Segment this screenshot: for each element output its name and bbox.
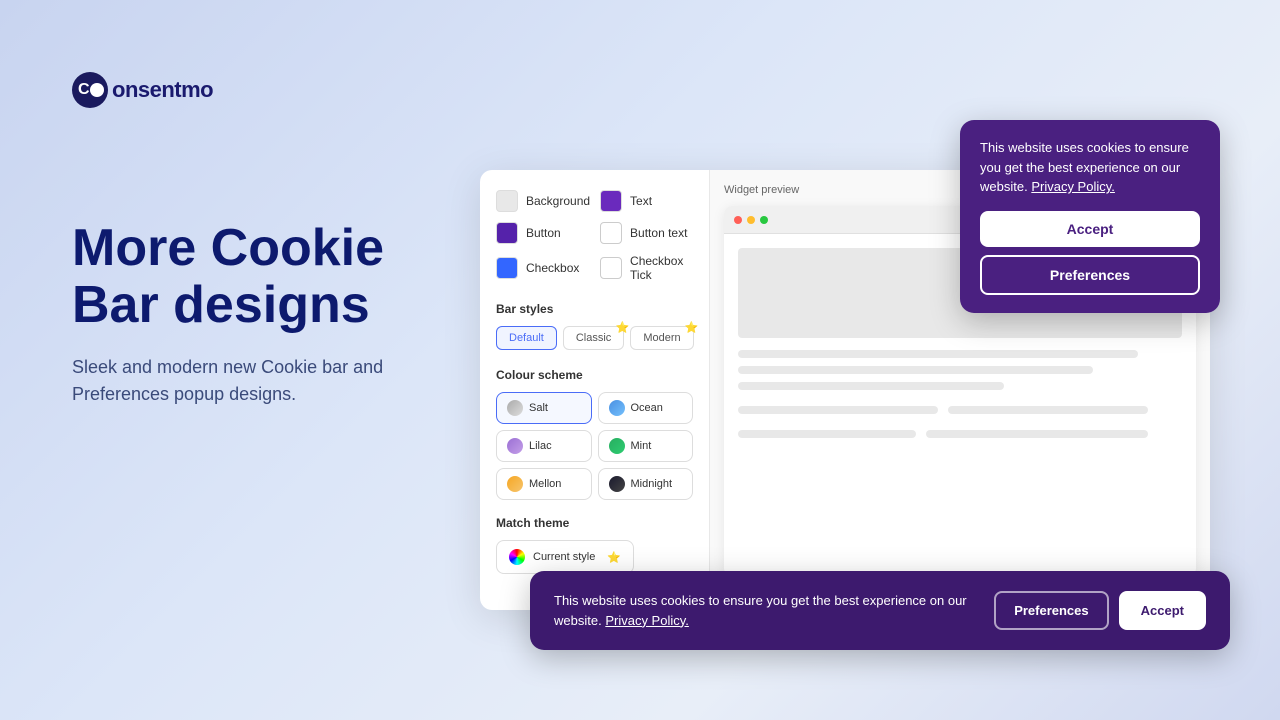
- text-label: Text: [630, 194, 652, 208]
- color-item-background[interactable]: Background: [496, 190, 590, 212]
- bar-style-classic[interactable]: Classic ⭐: [563, 326, 624, 350]
- color-item-checkbox[interactable]: Checkbox: [496, 254, 590, 282]
- match-theme-star: ⭐: [607, 551, 621, 564]
- logo-text: onsentmo: [112, 77, 213, 103]
- scheme-lilac[interactable]: Lilac: [496, 430, 592, 462]
- bar-styles-group: Default Classic ⭐ Modern ⭐: [496, 326, 693, 350]
- bar-style-modern[interactable]: Modern ⭐: [630, 326, 693, 350]
- cookie-banner-top-text: This website uses cookies to ensure you …: [980, 138, 1200, 197]
- lilac-dot: [507, 438, 523, 454]
- skeleton-line-3: [738, 382, 1004, 390]
- browser-dot-red: [734, 216, 742, 224]
- midnight-dot: [609, 476, 625, 492]
- scheme-mellon[interactable]: Mellon: [496, 468, 592, 500]
- color-item-text[interactable]: Text: [600, 190, 693, 212]
- main-panel: Background Text Button Button text Check…: [480, 120, 1240, 640]
- scheme-mint[interactable]: Mint: [598, 430, 694, 462]
- salt-dot: [507, 400, 523, 416]
- checkbox-label: Checkbox: [526, 261, 579, 275]
- match-theme-option[interactable]: Current style ⭐: [496, 540, 634, 574]
- browser-dot-green: [760, 216, 768, 224]
- privacy-policy-link-top[interactable]: Privacy Policy.: [1031, 179, 1115, 194]
- skeleton-col-2: [948, 406, 1148, 414]
- hero-section: More Cookie Bar designs Sleek and modern…: [72, 220, 452, 408]
- hero-title: More Cookie Bar designs: [72, 220, 452, 334]
- accept-button-bottom[interactable]: Accept: [1119, 591, 1206, 630]
- mellon-dot: [507, 476, 523, 492]
- button-text-label: Button text: [630, 226, 687, 240]
- banner-bottom-actions: Preferences Accept: [994, 591, 1206, 630]
- cookie-banner-bottom-text: This website uses cookies to ensure you …: [554, 591, 974, 630]
- color-item-button-text[interactable]: Button text: [600, 222, 693, 244]
- button-label: Button: [526, 226, 561, 240]
- background-swatch: [496, 190, 518, 212]
- mint-dot: [609, 438, 625, 454]
- checkbox-tick-label: Checkbox Tick: [630, 254, 693, 282]
- preferences-button-top[interactable]: Preferences: [980, 255, 1200, 295]
- cookie-banner-top: This website uses cookies to ensure you …: [960, 120, 1220, 313]
- bar-styles-label: Bar styles: [496, 302, 693, 316]
- color-item-checkbox-tick[interactable]: Checkbox Tick: [600, 254, 693, 282]
- color-item-button[interactable]: Button: [496, 222, 590, 244]
- logo-icon: C: [72, 72, 108, 108]
- settings-left: Background Text Button Button text Check…: [480, 170, 710, 610]
- colour-scheme-grid: Salt Ocean Lilac Mint Mellon: [496, 392, 693, 500]
- skeleton-line-1: [738, 350, 1138, 358]
- modern-star: ⭐: [685, 321, 699, 334]
- ocean-dot: [609, 400, 625, 416]
- skeleton-col-4: [926, 430, 1148, 438]
- privacy-policy-link-bottom[interactable]: Privacy Policy.: [605, 613, 689, 628]
- skeleton-line-2: [738, 366, 1093, 374]
- scheme-salt[interactable]: Salt: [496, 392, 592, 424]
- background-label: Background: [526, 194, 590, 208]
- button-swatch: [496, 222, 518, 244]
- colour-scheme-label: Colour scheme: [496, 368, 693, 382]
- scheme-ocean[interactable]: Ocean: [598, 392, 694, 424]
- bar-style-default[interactable]: Default: [496, 326, 557, 350]
- current-style-label: Current style: [533, 551, 595, 563]
- checkbox-swatch: [496, 257, 518, 279]
- rainbow-icon: [509, 549, 525, 565]
- classic-star: ⭐: [616, 321, 630, 334]
- accept-button-top[interactable]: Accept: [980, 211, 1200, 247]
- text-swatch: [600, 190, 622, 212]
- skeleton-col-1: [738, 406, 938, 414]
- color-grid: Background Text Button Button text Check…: [496, 190, 693, 282]
- skeleton-col-3: [738, 430, 916, 438]
- cookie-banner-bottom: This website uses cookies to ensure you …: [530, 571, 1230, 650]
- preferences-button-bottom[interactable]: Preferences: [994, 591, 1108, 630]
- scheme-midnight[interactable]: Midnight: [598, 468, 694, 500]
- button-text-swatch: [600, 222, 622, 244]
- hero-subtitle: Sleek and modern new Cookie bar and Pref…: [72, 354, 452, 408]
- checkbox-tick-swatch: [600, 257, 622, 279]
- browser-dot-yellow: [747, 216, 755, 224]
- match-theme-label: Match theme: [496, 516, 693, 530]
- logo: C onsentmo: [72, 72, 213, 108]
